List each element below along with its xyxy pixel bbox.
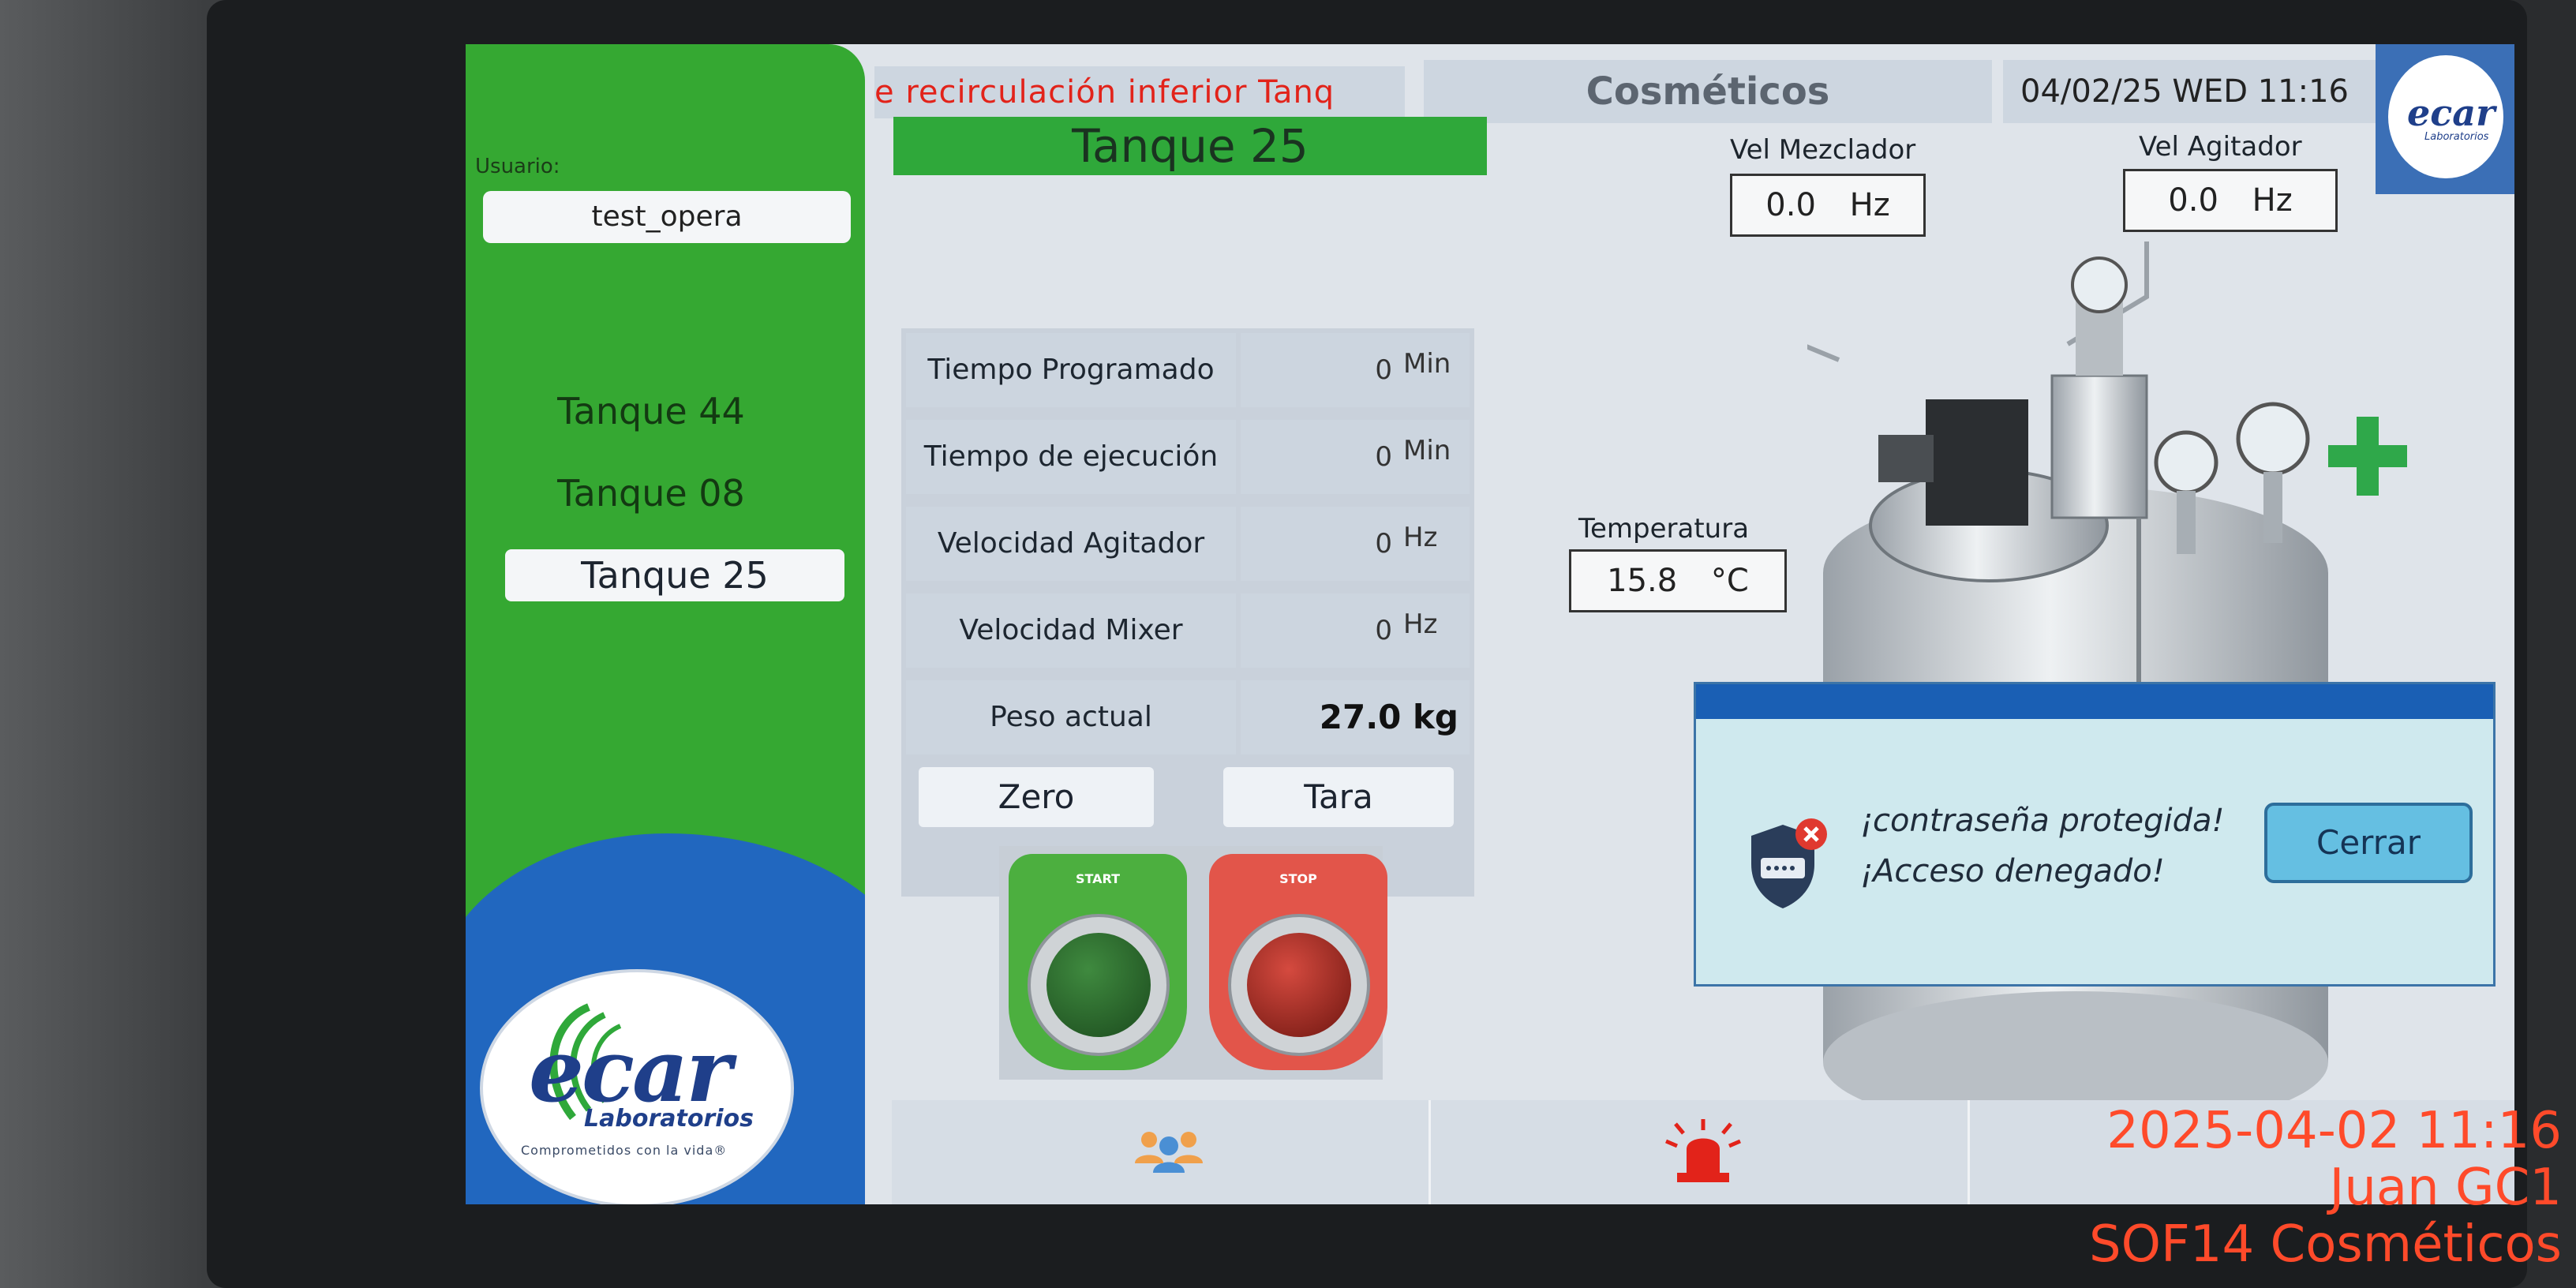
users-group-icon xyxy=(1135,1132,1203,1173)
row-value: 0 xyxy=(1375,528,1392,560)
logo-tagline: Comprometidos con la vida® xyxy=(521,1143,728,1158)
agitador-display: 0.0 Hz xyxy=(2123,169,2338,232)
agitador-label: Vel Agitador xyxy=(2139,131,2302,163)
row-unit: Hz xyxy=(1403,608,1438,640)
header-logo-wordmark: ecar xyxy=(2407,92,2496,134)
temperatura-value: 15.8 xyxy=(1607,563,1678,599)
tara-button[interactable]: Tara xyxy=(1223,767,1454,827)
dialog-title-bar xyxy=(1696,684,2493,719)
dialog-message-line1: ¡contraseña protegida! xyxy=(1860,803,2225,839)
mezclador-label: Vel Mezclador xyxy=(1730,134,1916,166)
alarm-beacon-icon xyxy=(1665,1119,1741,1182)
weight-value: 27.0 kg xyxy=(1319,698,1458,736)
logo-subtitle: Laboratorios xyxy=(584,1105,754,1133)
row-value-cell: 0 Hz xyxy=(1241,507,1470,581)
row-label: Tiempo Programado xyxy=(906,333,1236,407)
section-title: Cosméticos xyxy=(1424,60,1992,123)
row-value: 0 xyxy=(1375,354,1392,386)
start-lamp xyxy=(1046,933,1151,1037)
user-field[interactable]: test_opera xyxy=(483,191,851,243)
nav-alarms[interactable] xyxy=(1431,1100,1970,1204)
mezclador-unit: Hz xyxy=(1849,187,1890,223)
row-unit: Hz xyxy=(1403,522,1438,553)
table-row: Peso actual 27.0 kg xyxy=(901,676,1474,759)
start-button[interactable]: START xyxy=(1009,854,1187,1070)
agitador-value: 0.0 xyxy=(2168,182,2218,219)
photo-timestamp: 2025-04-02 11:16 xyxy=(2106,1102,2562,1160)
temperatura-unit: °C xyxy=(1710,563,1749,599)
table-row: Velocidad Mixer 0 Hz xyxy=(901,589,1474,672)
mezclador-value: 0.0 xyxy=(1765,187,1816,223)
row-label: Velocidad Agitador xyxy=(906,507,1236,581)
row-value-cell: 27.0 kg xyxy=(1241,680,1470,754)
table-row: Tiempo Programado 0 Min xyxy=(901,328,1474,412)
stop-button[interactable]: STOP xyxy=(1209,854,1387,1070)
password-shield-icon xyxy=(1751,818,1827,908)
start-button-ring xyxy=(1028,914,1170,1056)
row-value-cell: 0 Min xyxy=(1241,333,1470,407)
nav-users[interactable] xyxy=(892,1100,1431,1204)
stop-lamp xyxy=(1247,933,1351,1037)
temperatura-display: 15.8 °C xyxy=(1569,549,1787,612)
cerrar-button[interactable]: Cerrar xyxy=(2264,803,2473,883)
temperatura-label: Temperatura xyxy=(1578,513,1750,545)
row-label: Peso actual xyxy=(906,680,1236,754)
datetime-display: 04/02/25 WED 11:16 xyxy=(2003,60,2391,123)
row-value-cell: 0 Min xyxy=(1241,420,1470,494)
sidebar: Usuario: test_opera Tanque 44 Tanque 08 … xyxy=(466,44,865,1204)
sidebar-item-tanque-44[interactable]: Tanque 44 xyxy=(505,385,797,437)
plus-icon[interactable] xyxy=(2320,409,2415,504)
table-row: Tiempo de ejecución 0 Min xyxy=(901,415,1474,499)
row-unit: Min xyxy=(1403,348,1451,380)
row-label: Tiempo de ejecución xyxy=(906,420,1236,494)
sidebar-item-tanque-25[interactable]: Tanque 25 xyxy=(505,549,844,601)
row-label: Velocidad Mixer xyxy=(906,593,1236,668)
access-denied-dialog: ¡contraseña protegida! ¡Acceso denegado!… xyxy=(1694,682,2496,987)
agitador-unit: Hz xyxy=(2252,182,2293,219)
zero-button[interactable]: Zero xyxy=(919,767,1154,827)
dialog-message-line2: ¡Acceso denegado! xyxy=(1860,853,2165,889)
table-row: Velocidad Agitador 0 Hz xyxy=(901,502,1474,586)
photo-location: SOF14 Cosméticos xyxy=(2088,1215,2562,1274)
stop-label: STOP xyxy=(1279,871,1317,886)
header-logo: ecar Laboratorios xyxy=(2376,44,2514,194)
row-value: 0 xyxy=(1375,615,1392,646)
mezclador-display: 0.0 Hz xyxy=(1730,174,1926,237)
sidebar-item-tanque-08[interactable]: Tanque 08 xyxy=(505,467,797,519)
hmi-screen: Usuario: test_opera Tanque 44 Tanque 08 … xyxy=(466,44,2514,1204)
row-value: 0 xyxy=(1375,441,1392,473)
header-logo-subtitle: Laboratorios xyxy=(2424,131,2489,143)
user-label: Usuario: xyxy=(475,155,560,178)
photo-author: Juan GC1 xyxy=(2329,1159,2562,1217)
start-label: START xyxy=(1075,871,1121,886)
row-value-cell: 0 Hz xyxy=(1241,593,1470,668)
stop-button-ring xyxy=(1228,914,1370,1056)
tank-title: Tanque 25 xyxy=(893,117,1487,175)
row-unit: Min xyxy=(1403,435,1451,466)
alarm-marquee: e recirculación inferior Tanq xyxy=(874,66,1405,118)
